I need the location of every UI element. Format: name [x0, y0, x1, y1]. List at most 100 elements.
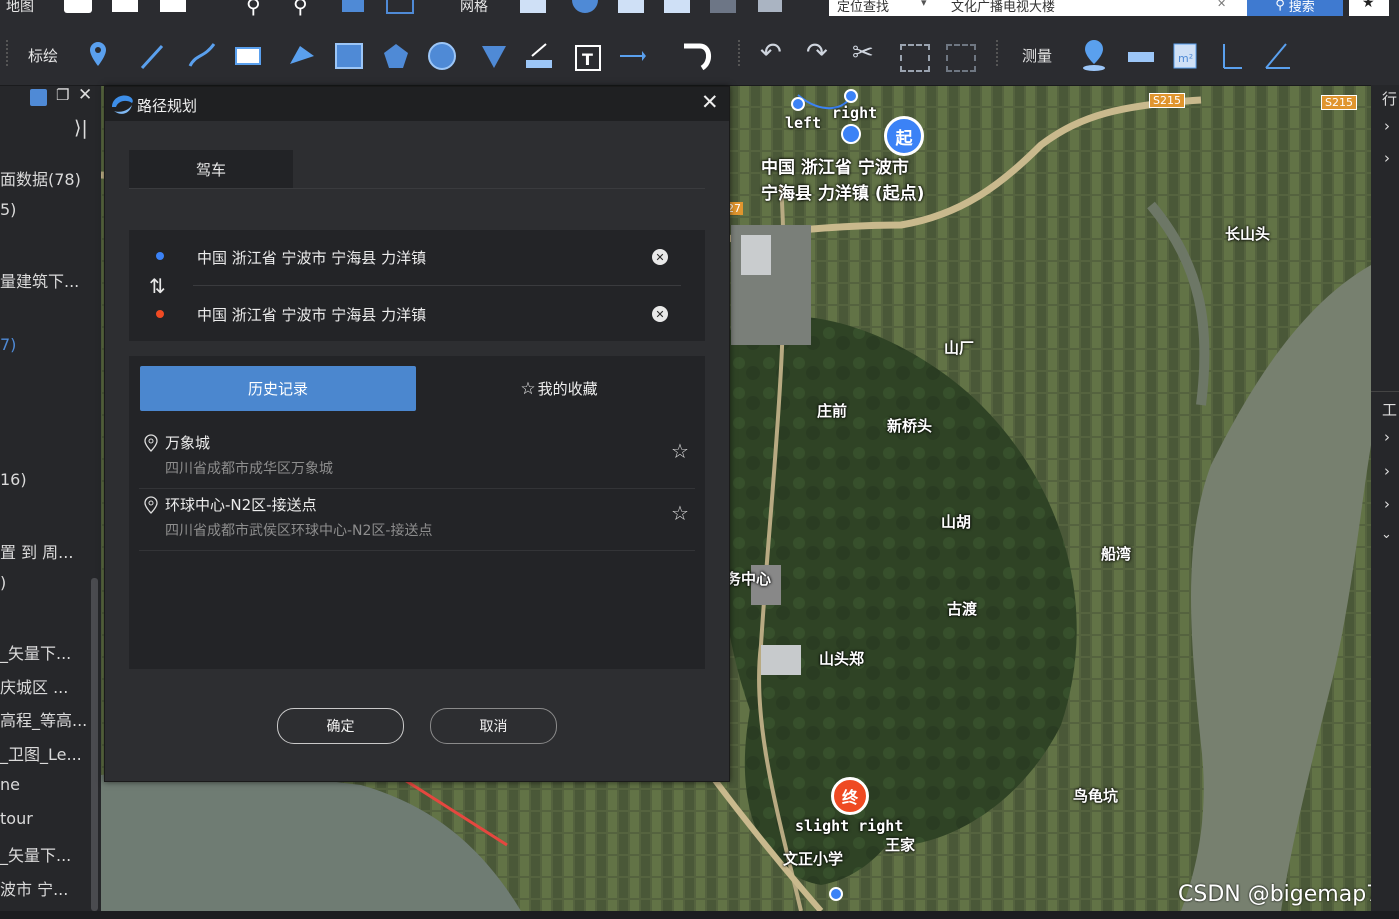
- chevron-right-icon[interactable]: ›: [1384, 149, 1390, 167]
- layer-item[interactable]: 波市 宁...: [0, 876, 68, 900]
- favorite-star-icon[interactable]: ☆: [671, 501, 689, 525]
- text-icon[interactable]: T: [575, 45, 601, 71]
- search-input[interactable]: 定位查找 ▾ 文化广播电视大楼 ✕: [829, 0, 1247, 16]
- white-square-icon[interactable]: [64, 0, 92, 13]
- tab-favorites[interactable]: ☆ 我的收藏: [449, 366, 669, 411]
- history-panel: 历史记录 ☆ 我的收藏 万象城 四川省成都市成华区万象城 ☆ 环球中心-N2区-…: [129, 356, 705, 669]
- map-label-changshantou: 长山头: [1225, 225, 1271, 243]
- map-label-wangjia: 王家: [885, 836, 916, 854]
- grid-km-icon[interactable]: [618, 0, 644, 13]
- toolbar-separator: [996, 40, 1000, 66]
- confirm-button[interactable]: 确定: [277, 708, 404, 744]
- chevron-down-icon[interactable]: ⌄: [1381, 527, 1392, 542]
- dialog-header[interactable]: 路径规划 ✕: [105, 87, 729, 121]
- select-icon[interactable]: [342, 0, 364, 12]
- layer-item[interactable]: 7): [0, 335, 16, 354]
- panel-close-icon[interactable]: ✕: [78, 85, 92, 105]
- undo-icon[interactable]: ↶: [760, 38, 782, 68]
- cancel-button[interactable]: 取消: [430, 708, 557, 744]
- collapse-panel-icon[interactable]: ⟩|: [74, 117, 88, 139]
- chevron-right-icon[interactable]: ›: [1384, 462, 1390, 480]
- measure-length-icon[interactable]: [1128, 52, 1154, 62]
- layer-item[interactable]: _矢量下...: [0, 640, 71, 664]
- frame-icon[interactable]: [386, 0, 414, 14]
- search-button[interactable]: ⚲ 搜索: [1247, 0, 1343, 16]
- history-item[interactable]: 万象城 四川省成都市成华区万象城 ☆: [139, 426, 695, 489]
- search-mode-value[interactable]: 定位查找: [837, 0, 889, 15]
- zoom-out-icon[interactable]: ⚲: [293, 0, 308, 18]
- panel-restore-icon[interactable]: ❐: [56, 86, 69, 104]
- swap-icon[interactable]: ⇅: [149, 274, 166, 298]
- status-bar: [0, 911, 1399, 919]
- layer-item[interactable]: 面数据(78): [0, 166, 81, 190]
- zoom-in-icon[interactable]: ⚲: [246, 0, 261, 18]
- layer-dropdown-icon[interactable]: [160, 0, 186, 12]
- layer-item[interactable]: _卫图_Le...: [0, 741, 82, 765]
- grid-menu-label[interactable]: 网格: [460, 0, 488, 16]
- square-icon[interactable]: [335, 43, 363, 69]
- tag-icon[interactable]: [758, 0, 782, 12]
- select-all-icon[interactable]: [900, 44, 930, 72]
- globe-icon[interactable]: [572, 0, 598, 13]
- layer-icon[interactable]: [112, 0, 138, 12]
- favorite-star-icon[interactable]: ☆: [671, 439, 689, 463]
- panel-search-icon[interactable]: [30, 89, 47, 106]
- close-icon[interactable]: ✕: [701, 90, 719, 114]
- triangle-icon[interactable]: [482, 46, 506, 68]
- layer-item[interactable]: ne: [0, 775, 20, 794]
- search-input-value[interactable]: 文化广播电视大楼: [951, 0, 1055, 15]
- map-label-start-line1: 中国 浙江省 宁波市: [761, 158, 909, 178]
- layer-item[interactable]: 量建筑下...: [0, 268, 79, 292]
- layer-item[interactable]: 16): [0, 470, 27, 489]
- tab-drive[interactable]: 驾车: [129, 150, 293, 188]
- redo-icon[interactable]: ↷: [806, 38, 828, 68]
- chevron-right-icon[interactable]: ›: [1384, 495, 1390, 513]
- favorites-button[interactable]: ★: [1349, 0, 1389, 16]
- clear-start-icon[interactable]: ✕: [652, 249, 668, 265]
- end-address-field[interactable]: 中国 浙江省 宁波市 宁海县 力洋镇: [197, 304, 426, 325]
- clear-end-icon[interactable]: ✕: [652, 306, 668, 322]
- rectangle-icon[interactable]: [235, 47, 261, 65]
- grid-km2-icon[interactable]: [664, 0, 690, 13]
- measure-point-icon[interactable]: [1083, 40, 1105, 71]
- gps-icon[interactable]: [710, 0, 736, 13]
- right-panel-divider: [1371, 391, 1399, 392]
- layer-item[interactable]: ): [0, 573, 6, 592]
- layer-item[interactable]: 置 到 周...: [0, 539, 73, 563]
- hook-icon[interactable]: [680, 38, 720, 74]
- location-pin-icon: [144, 496, 158, 514]
- cut-icon[interactable]: ✂: [852, 38, 874, 68]
- point-marker-icon[interactable]: [90, 42, 106, 66]
- circle-icon[interactable]: [428, 42, 456, 70]
- measure-angle-icon[interactable]: [1265, 43, 1290, 69]
- layer-item[interactable]: 高程_等高...: [0, 707, 87, 731]
- chevron-down-icon[interactable]: ▾: [921, 0, 927, 9]
- measure-area-icon[interactable]: m²: [1173, 43, 1197, 69]
- clear-search-icon[interactable]: ✕: [1217, 0, 1226, 10]
- road-shield-s215-a: S215: [1149, 93, 1185, 108]
- tab-history[interactable]: 历史记录: [140, 366, 416, 411]
- start-address-field[interactable]: 中国 浙江省 宁波市 宁海县 力洋镇: [197, 247, 426, 268]
- curve-icon[interactable]: [188, 43, 216, 67]
- grid-icon[interactable]: [520, 0, 546, 13]
- ruler-edit-icon[interactable]: [526, 43, 552, 68]
- star-outline-icon: ☆: [520, 378, 536, 399]
- layer-item[interactable]: _矢量下...: [0, 842, 71, 866]
- map-menu-label[interactable]: 地图: [6, 0, 34, 16]
- layer-item[interactable]: tour: [0, 809, 33, 828]
- arrow-right-icon[interactable]: [620, 51, 646, 61]
- chevron-right-icon[interactable]: ›: [1384, 428, 1390, 446]
- arrow-shape-icon[interactable]: [290, 46, 314, 64]
- layer-item[interactable]: 5): [0, 200, 16, 219]
- pentagon-icon[interactable]: [384, 44, 408, 68]
- history-item[interactable]: 环球中心-N2区-接送点 四川省成都市武侯区环球中心-N2区-接送点 ☆: [139, 488, 695, 551]
- svg-text:m²: m²: [1178, 52, 1193, 65]
- start-marker[interactable]: 起: [884, 116, 924, 156]
- panel-scrollbar[interactable]: [91, 578, 98, 911]
- deselect-icon[interactable]: [946, 44, 976, 72]
- polyline-icon[interactable]: [140, 44, 164, 70]
- chevron-right-icon[interactable]: ›: [1384, 117, 1390, 135]
- layer-item[interactable]: 庆城区 ...: [0, 674, 68, 698]
- end-marker[interactable]: 终: [831, 777, 869, 815]
- measure-height-icon[interactable]: [1223, 44, 1242, 69]
